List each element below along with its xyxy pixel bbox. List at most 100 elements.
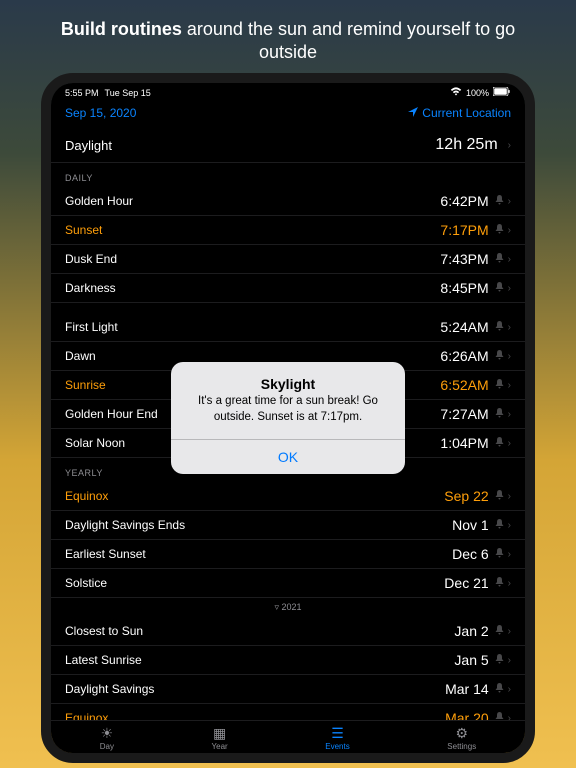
chevron-right-icon: › bbox=[508, 196, 511, 207]
sun-icon: ☀ bbox=[101, 725, 114, 741]
year-divider[interactable]: ▿ 2021 bbox=[51, 598, 525, 617]
bell-icon bbox=[495, 490, 504, 503]
row-value: Jan 2 bbox=[454, 623, 488, 639]
bell-icon bbox=[495, 253, 504, 266]
list-row[interactable]: Golden Hour6:42PM › bbox=[51, 187, 525, 216]
row-value: Jan 5 bbox=[454, 652, 488, 668]
wifi-icon bbox=[450, 87, 462, 98]
bell-icon bbox=[495, 437, 504, 450]
list-row[interactable]: Earliest SunsetDec 6 › bbox=[51, 540, 525, 569]
row-value: 6:26AM bbox=[440, 348, 488, 364]
bell-icon bbox=[495, 224, 504, 237]
chevron-right-icon: › bbox=[508, 520, 511, 531]
nav-bar: Sep 15, 2020 Current Location bbox=[51, 100, 525, 128]
list-row[interactable]: Dusk End7:43PM› bbox=[51, 245, 525, 274]
bell-icon bbox=[495, 712, 504, 721]
bell-icon bbox=[495, 379, 504, 392]
tab-events[interactable]: ☰ Events bbox=[325, 725, 349, 751]
row-label: Daylight bbox=[65, 138, 435, 153]
row-label: Equinox bbox=[65, 489, 444, 503]
row-label: Closest to Sun bbox=[65, 624, 454, 638]
row-value: Dec 21 bbox=[444, 575, 488, 591]
bell-icon bbox=[495, 548, 504, 561]
date-picker-button[interactable]: Sep 15, 2020 bbox=[65, 106, 136, 120]
bell-icon bbox=[495, 683, 504, 696]
row-value: 6:52AM bbox=[440, 377, 488, 393]
promo-rest: around the sun and remind yourself to go… bbox=[182, 19, 515, 62]
device-frame: 5:55 PM Tue Sep 15 100% Sep 15, 2020 bbox=[41, 73, 535, 763]
bell-icon bbox=[495, 321, 504, 334]
list-row[interactable]: Daylight SavingsMar 14 › bbox=[51, 675, 525, 704]
chevron-right-icon: › bbox=[508, 322, 511, 333]
chevron-right-icon: › bbox=[508, 380, 511, 391]
chevron-right-icon: › bbox=[508, 578, 511, 589]
list-row[interactable]: Closest to SunJan 2› bbox=[51, 617, 525, 646]
section-header-daily: DAILY bbox=[51, 163, 525, 187]
daylight-summary-row[interactable]: Daylight 12h 25m › bbox=[51, 128, 525, 163]
nav-location: Current Location bbox=[422, 106, 511, 120]
row-label: Latest Sunrise bbox=[65, 653, 454, 667]
chevron-right-icon: › bbox=[508, 549, 511, 560]
chevron-right-icon: › bbox=[508, 655, 511, 666]
list-row[interactable]: Latest SunriseJan 5 › bbox=[51, 646, 525, 675]
tab-label: Events bbox=[325, 742, 349, 751]
row-label: Earliest Sunset bbox=[65, 547, 452, 561]
alert-dialog: Skylight It's a great time for a sun bre… bbox=[171, 362, 405, 474]
row-value: 12h 25m bbox=[435, 136, 497, 154]
chevron-right-icon: › bbox=[508, 140, 511, 151]
row-label: Sunset bbox=[65, 223, 440, 237]
list-row[interactable]: EquinoxSep 22› bbox=[51, 482, 525, 511]
tab-label: Settings bbox=[447, 742, 476, 751]
alert-message: It's a great time for a sun break! Go ou… bbox=[171, 394, 405, 439]
promo-headline: Build routines around the sun and remind… bbox=[0, 0, 576, 73]
location-button[interactable]: Current Location bbox=[408, 106, 511, 120]
nav-date: Sep 15, 2020 bbox=[65, 106, 136, 120]
row-value: Dec 6 bbox=[452, 546, 489, 562]
bell-icon bbox=[495, 519, 504, 532]
row-label: Dusk End bbox=[65, 252, 440, 266]
row-value: 8:45PM bbox=[440, 280, 488, 296]
chevron-right-icon: › bbox=[508, 283, 511, 294]
tab-day[interactable]: ☀ Day bbox=[100, 725, 114, 751]
alert-ok-button[interactable]: OK bbox=[171, 439, 405, 474]
list-row[interactable]: First Light5:24AM › bbox=[51, 313, 525, 342]
list-icon: ☰ bbox=[331, 725, 344, 741]
row-label: Daylight Savings bbox=[65, 682, 445, 696]
location-icon bbox=[408, 106, 418, 120]
row-label: Golden Hour bbox=[65, 194, 440, 208]
row-value: 1:04PM bbox=[440, 435, 488, 451]
list-row[interactable]: EquinoxMar 20 › bbox=[51, 704, 525, 720]
calendar-icon: ▦ bbox=[213, 725, 226, 741]
bell-icon bbox=[495, 625, 504, 638]
row-label: Equinox bbox=[65, 711, 445, 720]
row-value: 5:24AM bbox=[440, 319, 488, 335]
row-value: 7:17PM bbox=[440, 222, 488, 238]
chevron-right-icon: › bbox=[508, 684, 511, 695]
chevron-right-icon: › bbox=[508, 351, 511, 362]
row-value: 6:42PM bbox=[440, 193, 488, 209]
row-value: Nov 1 bbox=[452, 517, 489, 533]
bell-icon bbox=[495, 654, 504, 667]
list-row[interactable]: Sunset7:17PM › bbox=[51, 216, 525, 245]
status-date: Tue Sep 15 bbox=[105, 88, 151, 98]
row-value: 7:27AM bbox=[440, 406, 488, 422]
bell-icon bbox=[495, 282, 504, 295]
list-row[interactable]: Daylight Savings EndsNov 1› bbox=[51, 511, 525, 540]
bell-icon bbox=[495, 408, 504, 421]
row-value: Mar 14 bbox=[445, 681, 489, 697]
tab-label: Year bbox=[212, 742, 228, 751]
screen: 5:55 PM Tue Sep 15 100% Sep 15, 2020 bbox=[51, 83, 525, 753]
chevron-right-icon: › bbox=[508, 225, 511, 236]
promo-bold: Build routines bbox=[61, 19, 182, 39]
chevron-right-icon: › bbox=[508, 713, 511, 721]
list-row[interactable]: Darkness8:45PM› bbox=[51, 274, 525, 303]
alert-title: Skylight bbox=[171, 362, 405, 394]
row-value: Mar 20 bbox=[445, 710, 489, 720]
list-row[interactable]: SolsticeDec 21› bbox=[51, 569, 525, 598]
row-label: First Light bbox=[65, 320, 440, 334]
tab-year[interactable]: ▦ Year bbox=[212, 725, 228, 751]
tab-settings[interactable]: ⚙ Settings bbox=[447, 725, 476, 751]
battery-pct: 100% bbox=[466, 88, 489, 98]
gear-icon: ⚙ bbox=[455, 725, 468, 741]
battery-icon bbox=[493, 87, 511, 98]
